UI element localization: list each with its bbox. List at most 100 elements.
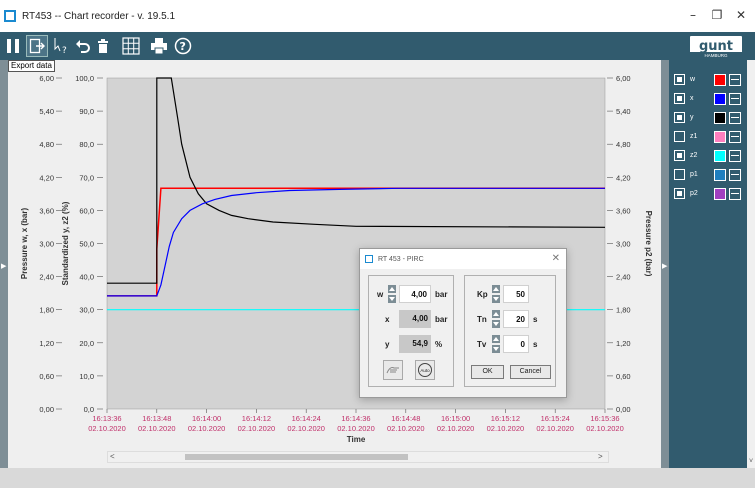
help-button[interactable]: ? — [172, 35, 194, 57]
dialog-app-icon — [365, 255, 373, 263]
print-button[interactable] — [148, 35, 170, 57]
kp-up-icon[interactable] — [492, 285, 500, 293]
trash-icon — [98, 39, 108, 53]
delete-button[interactable] — [92, 35, 114, 57]
x-axis-title: Time — [347, 435, 366, 444]
legend-color-swatch[interactable] — [714, 149, 726, 162]
check-mark-icon — [677, 77, 682, 82]
w-value-input[interactable]: 4,00 — [399, 285, 431, 303]
legend-color-swatch[interactable] — [714, 168, 726, 181]
line-style-icon[interactable] — [729, 130, 741, 143]
w-up-icon[interactable] — [388, 285, 396, 293]
legend-item-z2: z2 — [674, 149, 741, 162]
x-tick-date: 02.10.2020 — [287, 424, 325, 433]
legend-checkbox-z1[interactable] — [674, 131, 685, 142]
window-title: RT453 -- Chart recorder - v. 19.5.1 — [22, 10, 176, 22]
y-left2-tick-label: 10,0 — [79, 372, 94, 381]
tn-value-input[interactable]: 20 — [503, 310, 529, 328]
grid-button[interactable] — [120, 35, 142, 57]
process-values-group: w 4,00 bar x 4,00 bar y 54,9 % Auto — [368, 275, 454, 387]
x-tick-time: 16:14:24 — [292, 414, 321, 423]
tv-down-icon[interactable] — [492, 345, 500, 353]
legend-checkbox-p1[interactable] — [674, 169, 685, 180]
dialog-title-bar: RT 453 - PIRC ✕ — [360, 249, 566, 269]
tn-up-icon[interactable] — [492, 310, 500, 318]
pause-button[interactable] — [2, 35, 24, 57]
tv-label: Tv — [477, 340, 487, 349]
x-tick-time: 16:13:48 — [142, 414, 171, 423]
y-left-tick-label: 5,40 — [39, 107, 54, 116]
kp-down-icon[interactable] — [492, 295, 500, 303]
vertical-scrollbar[interactable] — [747, 60, 755, 468]
y-left-tick-label: 0,00 — [39, 405, 54, 414]
tv-value-input[interactable]: 0 — [503, 335, 529, 353]
x-tick-date: 02.10.2020 — [387, 424, 425, 433]
legend-color-swatch[interactable] — [714, 187, 726, 200]
legend-label: p1 — [690, 171, 698, 178]
legend-checkbox-z2[interactable] — [674, 150, 685, 161]
scroll-right-icon[interactable]: > — [598, 451, 603, 463]
export-data-button[interactable] — [26, 35, 48, 57]
x-tick-date: 02.10.2020 — [487, 424, 525, 433]
x-tick-time: 16:14:48 — [391, 414, 420, 423]
x-tick-time: 16:15:24 — [541, 414, 570, 423]
w-spinner[interactable] — [388, 285, 396, 303]
x-tick-date: 02.10.2020 — [337, 424, 375, 433]
close-button[interactable]: ✕ — [731, 8, 751, 22]
legend-checkbox-x[interactable] — [674, 93, 685, 104]
y-left-tick-label: 2,40 — [39, 273, 54, 282]
ok-button[interactable]: OK — [471, 365, 504, 379]
line-style-icon[interactable] — [729, 168, 741, 181]
tn-down-icon[interactable] — [492, 320, 500, 328]
scroll-left-icon[interactable]: < — [110, 451, 115, 463]
dialog-close-button[interactable]: ✕ — [552, 253, 560, 264]
line-style-icon[interactable] — [729, 187, 741, 200]
legend-item-w: w — [674, 73, 741, 86]
legend-color-swatch[interactable] — [714, 73, 726, 86]
y-label: y — [385, 340, 390, 349]
legend-checkbox-w[interactable] — [674, 74, 685, 85]
y-left-tick-label: 4,20 — [39, 173, 54, 182]
kp-spinner[interactable] — [492, 285, 500, 303]
scrollbar-thumb[interactable] — [185, 454, 408, 460]
tv-up-icon[interactable] — [492, 335, 500, 343]
legend-color-swatch[interactable] — [714, 92, 726, 105]
check-mark-icon — [677, 115, 682, 120]
y-left2-tick-label: 50,0 — [79, 240, 94, 249]
y-left2-tick-label: 30,0 — [79, 306, 94, 315]
export-data-tooltip: Export data — [8, 60, 55, 72]
cancel-button[interactable]: Cancel — [510, 365, 551, 379]
tn-spinner[interactable] — [492, 310, 500, 328]
maximize-button[interactable]: ❐ — [707, 8, 727, 22]
x-tick-time: 16:14:00 — [192, 414, 221, 423]
expand-left-icon[interactable]: ▶ — [1, 262, 6, 270]
pause-icon — [7, 39, 19, 53]
line-style-icon[interactable] — [729, 92, 741, 105]
scroll-down-icon[interactable]: ˅ — [747, 458, 755, 465]
tv-spinner[interactable] — [492, 335, 500, 353]
kp-value-input[interactable]: 50 — [503, 285, 529, 303]
legend-item-x: x — [674, 92, 741, 105]
y-right-tick-label: 4,20 — [616, 173, 631, 182]
help-cursor-button[interactable]: ? — [50, 35, 72, 57]
line-style-icon[interactable] — [729, 149, 741, 162]
legend-label: z1 — [690, 133, 698, 140]
svg-text:HAMBURG: HAMBURG — [704, 53, 728, 58]
legend-checkbox-y[interactable] — [674, 112, 685, 123]
manual-mode-button[interactable] — [383, 360, 403, 380]
line-style-icon[interactable] — [729, 111, 741, 124]
legend-color-swatch[interactable] — [714, 130, 726, 143]
line-style-icon[interactable] — [729, 73, 741, 86]
x-tick-date: 02.10.2020 — [586, 424, 624, 433]
legend-checkbox-p2[interactable] — [674, 188, 685, 199]
expand-right-icon[interactable]: ▶ — [662, 262, 667, 270]
minimize-button[interactable]: – — [683, 8, 703, 22]
check-mark-icon — [677, 153, 682, 158]
legend-color-swatch[interactable] — [714, 111, 726, 124]
undo-button[interactable] — [72, 35, 94, 57]
pirc-dialog: RT 453 - PIRC ✕ w 4,00 bar x 4,00 bar y … — [359, 248, 567, 398]
w-down-icon[interactable] — [388, 295, 396, 303]
auto-mode-button[interactable]: Auto — [415, 360, 435, 380]
legend-item-z1: z1 — [674, 130, 741, 143]
y-left-tick-label: 0,60 — [39, 372, 54, 381]
